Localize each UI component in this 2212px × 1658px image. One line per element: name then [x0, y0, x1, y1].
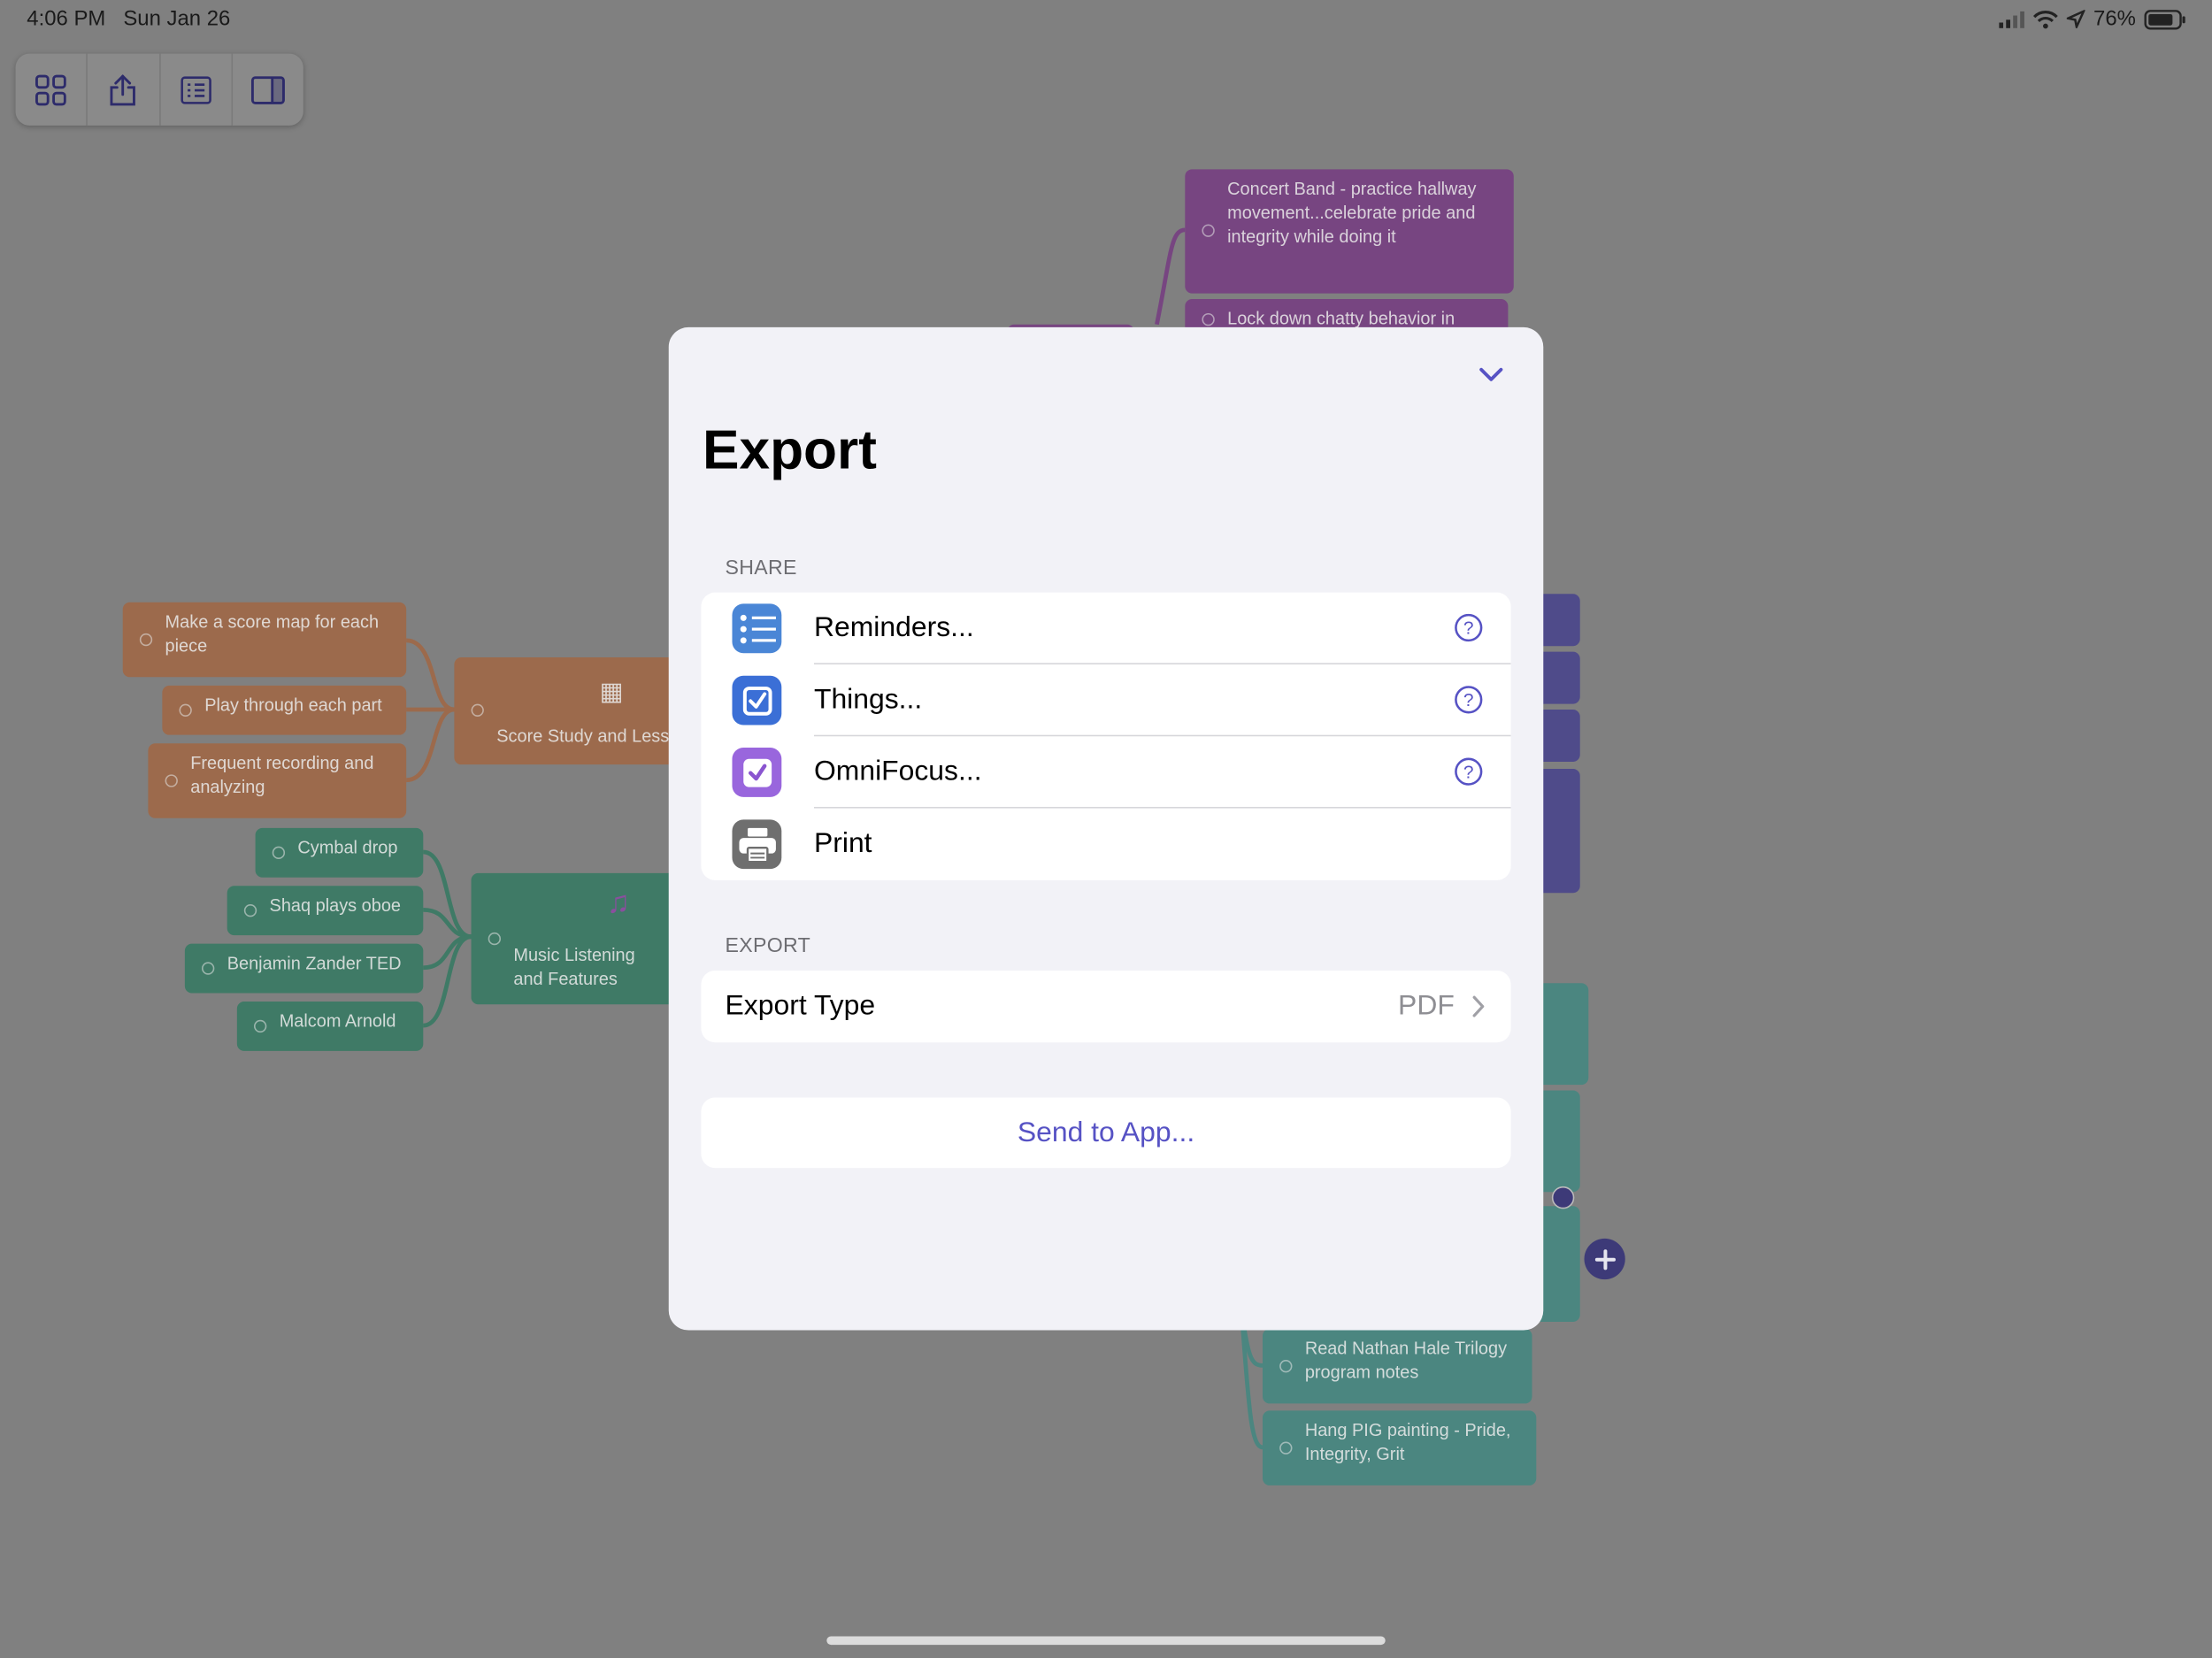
signal-icon: [1999, 10, 2024, 28]
share-list: Reminders... ? Things... ? OmniFocus... …: [701, 592, 1511, 880]
export-sheet: Export SHARE Reminders... ? Things... ?: [668, 326, 1544, 1331]
selection-handle[interactable]: [1551, 1186, 1575, 1209]
share-item-label: Reminders...: [813, 611, 974, 644]
export-type-row[interactable]: Export Type PDF: [701, 970, 1511, 1043]
status-time: 4:06 PM: [27, 6, 106, 32]
send-to-app-label: Send to App...: [1017, 1116, 1195, 1148]
things-icon: [732, 675, 782, 725]
status-bar: 4:06 PM Sun Jan 26 76%: [0, 0, 2212, 40]
chevron-right-icon: [1472, 995, 1485, 1017]
share-item-reminders[interactable]: Reminders... ?: [701, 593, 1511, 664]
mindmap-node[interactable]: Benjamin Zander TED: [184, 943, 424, 994]
battery-percent: 76%: [2093, 6, 2136, 32]
location-icon: [2066, 10, 2085, 28]
home-indicator[interactable]: [826, 1636, 1386, 1646]
share-item-label: Print: [813, 827, 872, 859]
mindmap-node[interactable]: Malcom Arnold: [236, 1002, 424, 1051]
share-item-print[interactable]: Print: [701, 809, 1510, 880]
export-type-label: Export Type: [725, 990, 876, 1022]
mindmap-central-node[interactable]: ♫ Music Listening and Features: [471, 872, 678, 1005]
wifi-icon: [2032, 10, 2058, 28]
mindmap-node[interactable]: Read Nathan Hale Trilogy program notes: [1262, 1328, 1532, 1404]
grid-icon: [35, 73, 66, 105]
mindmap-central-node[interactable]: ▦ Score Study and Less: [454, 656, 680, 765]
help-icon[interactable]: ?: [1455, 613, 1483, 642]
battery-icon: [2144, 9, 2185, 29]
section-header-export: EXPORT: [725, 935, 811, 958]
share-item-label: OmniFocus...: [813, 756, 982, 787]
grid-button[interactable]: [16, 53, 88, 126]
plus-icon: [1594, 1248, 1616, 1270]
mindmap-node[interactable]: Make a score map for each piece: [122, 602, 407, 678]
add-node-button[interactable]: [1584, 1238, 1625, 1280]
chevron-down-icon[interactable]: [1476, 358, 1507, 389]
help-icon[interactable]: ?: [1455, 686, 1483, 714]
printer-icon: [732, 819, 782, 870]
outline-button[interactable]: [160, 53, 233, 126]
share-item-things[interactable]: Things... ?: [701, 664, 1511, 737]
svg-text:?: ?: [1463, 690, 1474, 710]
mindmap-node[interactable]: Frequent recording and analyzing: [148, 743, 407, 818]
music-note-icon: ♫: [606, 884, 630, 920]
mindmap-node[interactable]: Play through each part: [162, 685, 407, 735]
share-button[interactable]: [88, 53, 160, 126]
mindmap-node[interactable]: Hang PIG painting - Pride, Integrity, Gr…: [1262, 1410, 1537, 1485]
reminders-icon: [732, 603, 782, 654]
omnifocus-icon: [732, 748, 782, 797]
share-item-omnifocus[interactable]: OmniFocus... ?: [701, 736, 1511, 809]
sidebar-icon: [250, 75, 285, 104]
section-header-share: SHARE: [725, 557, 797, 580]
help-icon[interactable]: ?: [1455, 757, 1483, 786]
outline-icon: [180, 75, 211, 104]
status-date: Sun Jan 26: [123, 6, 231, 32]
score-map-icon: ▦: [599, 677, 624, 706]
send-to-app-button[interactable]: Send to App...: [701, 1097, 1511, 1169]
export-type-value: PDF: [1398, 990, 1455, 1022]
mindmap-node[interactable]: Cymbal drop: [255, 827, 424, 878]
svg-text:?: ?: [1463, 762, 1474, 782]
mindmap-node[interactable]: Concert Band - practice hallway movement…: [1185, 169, 1514, 294]
toolbar: [15, 53, 303, 126]
share-icon: [111, 73, 136, 105]
svg-text:?: ?: [1463, 618, 1474, 639]
page-title: Export: [703, 420, 877, 481]
share-item-label: Things...: [813, 684, 923, 716]
mindmap-node[interactable]: Shaq plays oboe: [227, 886, 424, 936]
sidebar-button[interactable]: [233, 54, 303, 126]
